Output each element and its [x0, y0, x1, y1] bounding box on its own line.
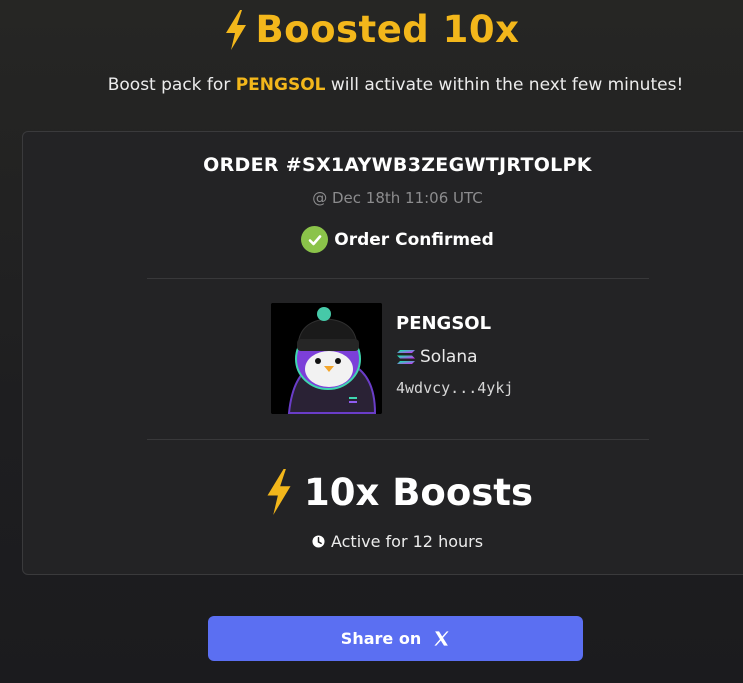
boost-duration-text: Active for 12 hours — [330, 532, 484, 551]
solana-icon — [397, 350, 415, 364]
page-title: Boosted 10x — [0, 8, 743, 51]
token-chain-label: Solana — [420, 347, 478, 367]
divider — [147, 439, 649, 440]
boost-count-label: 10x Boosts — [303, 470, 533, 514]
order-card: ORDER #SX1AYWB3ZEGWTJRTOLPK @ Dec 18th 1… — [22, 131, 743, 575]
x-logo-icon — [434, 631, 449, 646]
token-chain: Solana — [396, 347, 513, 367]
page-title-text: Boosted 10x — [255, 8, 520, 51]
boost-duration: Active for 12 hours — [23, 532, 743, 551]
activation-message: Boost pack for PENGSOL will activate wit… — [0, 75, 743, 95]
boost-count: 10x Boosts — [23, 469, 743, 515]
lightning-bolt-icon — [262, 469, 296, 515]
message-token: PENGSOL — [235, 75, 326, 95]
check-circle-icon — [301, 226, 329, 253]
order-status: Order Confirmed — [23, 226, 743, 253]
token-avatar — [271, 303, 382, 414]
token-name: PENGSOL — [396, 313, 492, 334]
order-status-text: Order Confirmed — [334, 229, 494, 250]
share-button-label: Share on — [340, 629, 422, 648]
token-summary: PENGSOL Solana 4wdvcy...4ykj — [271, 303, 513, 415]
divider — [147, 278, 649, 279]
boost-confirmation-page: Boosted 10x Boost pack for PENGSOL will … — [0, 0, 743, 683]
message-prefix: Boost pack for — [107, 75, 236, 95]
order-id: ORDER #SX1AYWB3ZEGWTJRTOLPK — [203, 154, 592, 176]
share-on-x-button[interactable]: Share on — [208, 616, 583, 661]
order-timestamp: @ Dec 18th 11:06 UTC — [312, 189, 483, 207]
clock-icon — [312, 535, 325, 548]
token-address: 4wdvcy...4ykj — [396, 379, 514, 397]
message-suffix: will activate within the next few minute… — [325, 75, 684, 95]
lightning-bolt-icon — [223, 9, 249, 50]
